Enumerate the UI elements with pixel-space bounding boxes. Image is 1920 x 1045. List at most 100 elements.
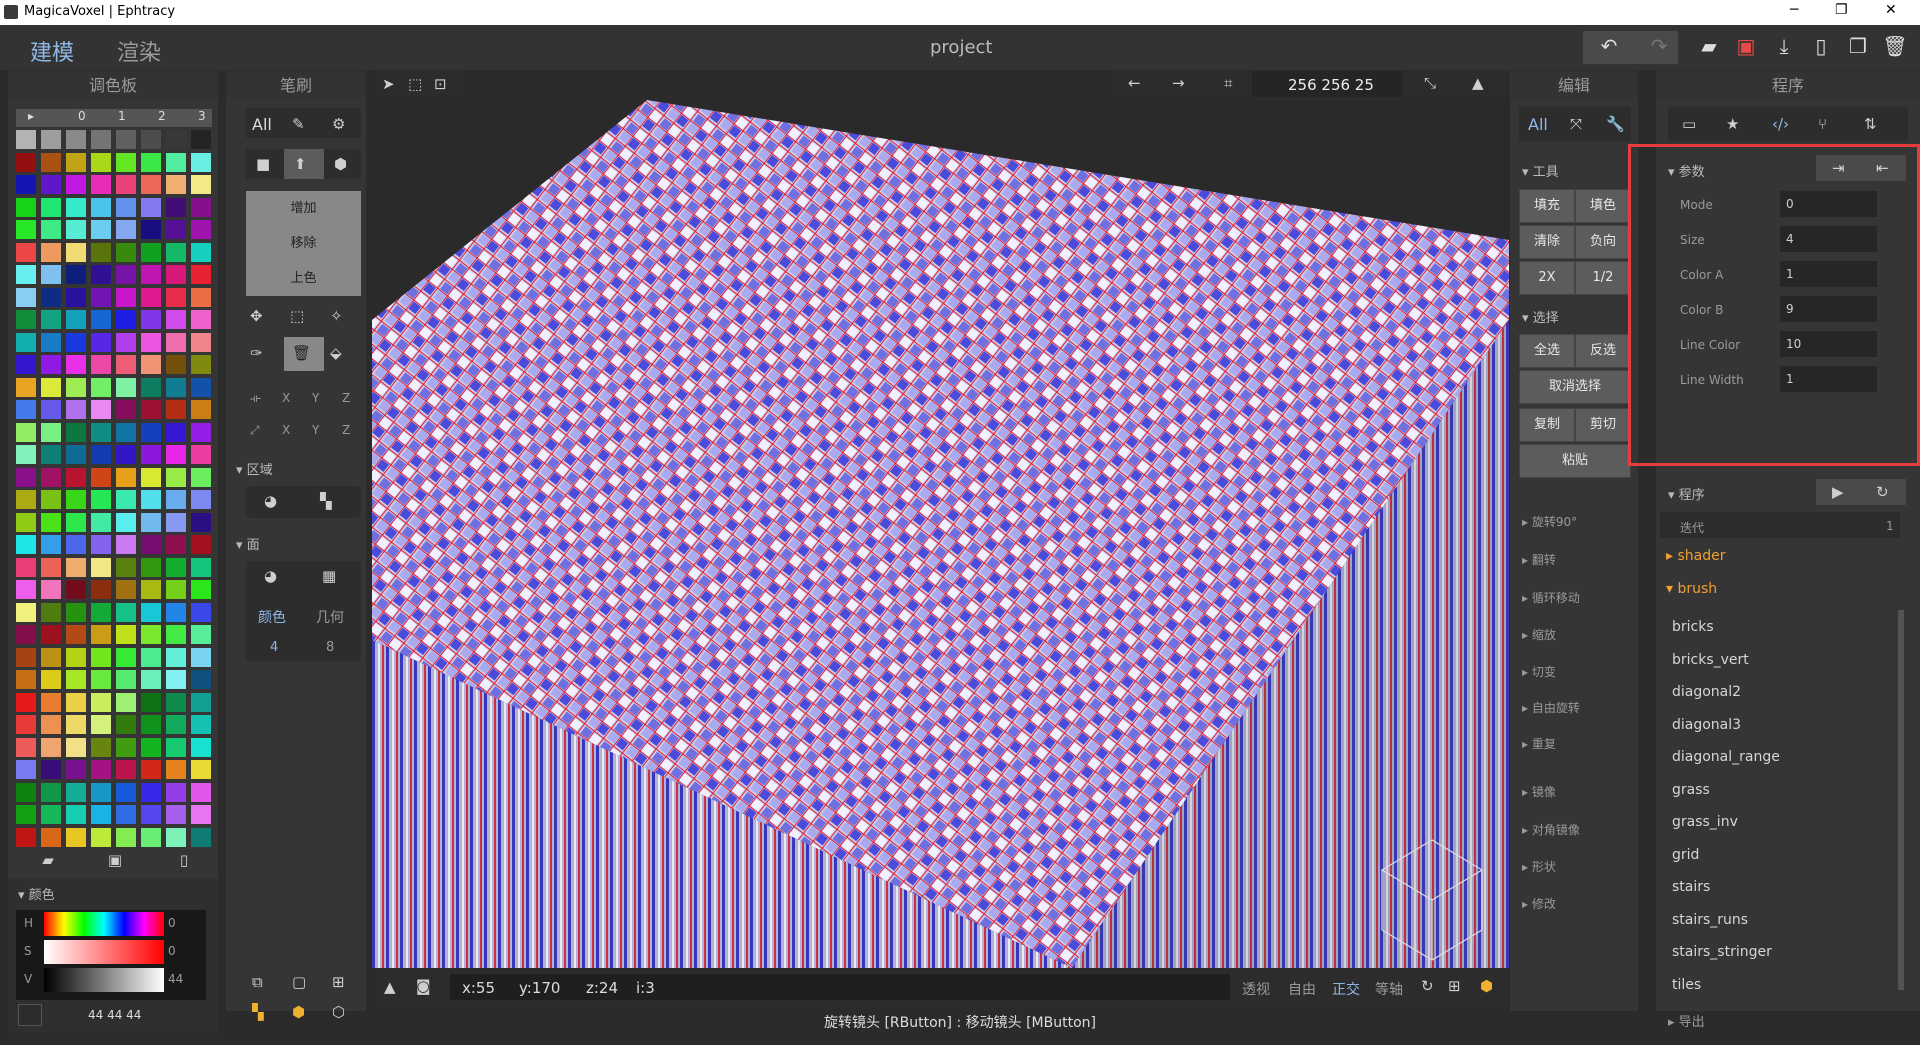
palette-swatch[interactable] [16,512,36,532]
palette-swatch[interactable] [16,175,36,194]
palette-swatch[interactable] [41,737,61,757]
palette-swatch[interactable] [141,647,161,667]
palette-swatch[interactable] [41,332,61,352]
palette-swatch[interactable] [66,760,86,779]
palette-swatch[interactable] [116,220,136,239]
palette-swatch[interactable] [41,805,61,824]
palette-swatch[interactable] [116,512,136,532]
palette-swatch[interactable] [41,535,61,554]
program-folder-icon[interactable]: ▭ [1682,115,1696,133]
palette-swatch[interactable] [166,827,186,847]
palette-swatch[interactable] [141,130,161,149]
palette-swatch[interactable] [116,310,136,329]
palette-swatch[interactable] [16,332,36,352]
palette-swatch[interactable] [166,332,186,352]
palette-swatch[interactable] [191,760,211,779]
palette-swatch[interactable] [66,512,86,532]
palette-swatch[interactable] [66,557,86,577]
palette-swatch[interactable] [141,737,161,757]
palette-swatch[interactable] [66,197,86,217]
palette-swatch[interactable] [191,467,211,487]
palette-swatch[interactable] [41,265,61,284]
tool-double[interactable]: 2X [1519,261,1575,295]
palette-swatch[interactable] [116,490,136,509]
pointer-icon[interactable]: ➤ [382,75,395,93]
palette-swatch[interactable] [141,197,161,217]
palette-swatch[interactable] [41,355,61,374]
palette-swatch[interactable] [191,692,211,712]
brush-box-icon[interactable]: ⬢ [334,155,347,173]
palette-swatch[interactable] [91,400,111,419]
palette-swatch[interactable] [141,670,161,689]
program-star-icon[interactable]: ★ [1726,115,1739,133]
arrow-right-icon[interactable]: → [1172,74,1185,92]
copy-button[interactable]: 复制 [1519,408,1575,442]
palette-swatch[interactable] [166,647,186,667]
palette-swatch[interactable] [91,782,111,802]
program-collapse-icon[interactable]: ▾ [1668,488,1679,503]
op-diag-mirror[interactable]: 对角镜像 [1532,823,1580,837]
mirror-z[interactable]: Z [342,391,350,405]
reset-icon[interactable]: ↻ [1876,483,1889,501]
palette-swatch[interactable] [116,625,136,644]
program-item[interactable]: diagonal3 [1672,717,1741,733]
palette-swatch[interactable] [166,130,186,149]
palette-swatch[interactable] [66,220,86,239]
palette-swatch[interactable] [141,467,161,487]
palette-swatch[interactable] [191,152,211,172]
move-tool-icon[interactable]: ✥ [250,307,263,325]
palette-swatch[interactable] [41,445,61,464]
view-iso[interactable]: 等轴 [1375,979,1403,999]
palette-new-icon[interactable]: ▯ [174,851,194,869]
palette-swatch[interactable] [41,152,61,172]
mirror-x[interactable]: X [282,391,290,405]
palette-swatch[interactable] [91,670,111,689]
grid-select-icon[interactable]: ⊡ [434,75,447,93]
palette-swatch[interactable] [91,265,111,284]
saturation-slider[interactable] [44,940,164,964]
palette-swatch[interactable] [91,197,111,217]
palette-swatch[interactable] [66,355,86,374]
palette-swatch[interactable] [91,580,111,599]
palette-swatch[interactable] [116,152,136,172]
palette-swatch[interactable] [141,512,161,532]
trash-tool-icon[interactable]: 🗑 [292,344,311,362]
palette-swatch[interactable] [166,287,186,307]
palette-swatch[interactable] [191,512,211,532]
palette-swatch[interactable] [166,152,186,172]
run-icon[interactable]: ▶ [1832,483,1844,501]
redo-icon[interactable]: ↷ [1640,30,1678,63]
palette-swatch[interactable] [191,647,211,667]
palette-swatch[interactable] [91,377,111,397]
palette-swatch[interactable] [116,602,136,622]
palette-swatch[interactable] [166,602,186,622]
face-color-icon[interactable]: ◕ [264,567,277,585]
hue-slider[interactable] [44,912,164,936]
program-item[interactable]: tiles [1672,977,1701,993]
palette-swatch[interactable] [116,355,136,374]
view-ortho[interactable]: 正交 [1332,979,1360,999]
palette-swatch[interactable] [66,422,86,442]
palette-swatch[interactable] [141,175,161,194]
tab-model[interactable]: 建模 [30,35,74,67]
palette-swatch[interactable] [66,715,86,734]
palette-swatch[interactable] [16,625,36,644]
program-item[interactable]: diagonal_range [1672,749,1780,765]
brush-pen-icon[interactable]: ✎ [292,115,305,133]
brush-settings-icon[interactable]: ⚙ [332,115,345,133]
palette-swatch[interactable] [191,827,211,847]
deselect[interactable]: 取消选择 [1519,370,1631,404]
palette-swatch[interactable] [191,715,211,734]
viewport[interactable] [372,100,1509,968]
palette-swatch[interactable] [166,242,186,262]
palette-swatch[interactable] [16,805,36,824]
palette-swatch[interactable] [41,782,61,802]
palette-swatch[interactable] [41,760,61,779]
palette-swatch[interactable] [41,197,61,217]
maximize-button[interactable]: ❐ [1835,2,1848,18]
palette-swatch[interactable] [191,557,211,577]
tool-fill[interactable]: 填充 [1519,189,1575,223]
palette-swatch[interactable] [191,287,211,307]
palette-open-icon[interactable]: ▰ [38,851,58,869]
color-collapse-icon[interactable]: ▾ [18,888,29,903]
